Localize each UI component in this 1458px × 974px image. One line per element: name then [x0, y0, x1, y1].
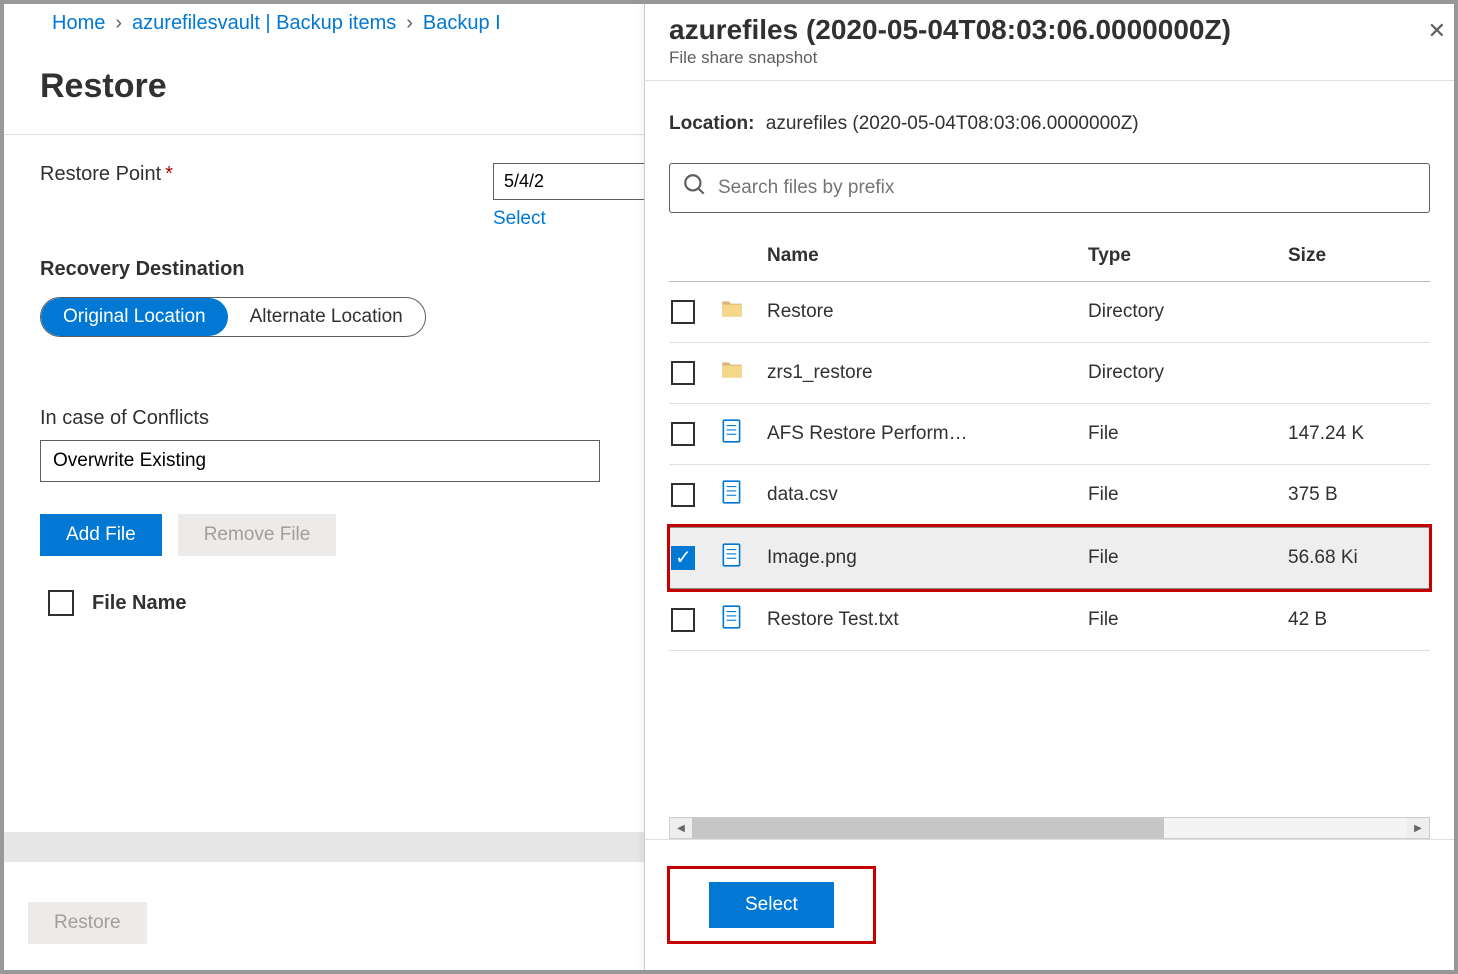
chevron-right-icon: ›	[406, 12, 413, 35]
file-icon	[719, 542, 767, 574]
table-row[interactable]: zrs1_restoreDirectory	[669, 343, 1430, 404]
location-row: Location: azurefiles (2020-05-04T08:03:0…	[669, 113, 1430, 135]
row-checkbox[interactable]	[671, 546, 695, 570]
conflicts-select[interactable]	[40, 440, 600, 482]
file-share-snapshot-panel: azurefiles (2020-05-04T08:03:06.0000000Z…	[644, 4, 1454, 970]
row-size: 375 B	[1288, 484, 1428, 506]
file-icon	[719, 418, 767, 450]
breadcrumb-home[interactable]: Home	[52, 12, 105, 35]
flyout-title: azurefiles (2020-05-04T08:03:06.0000000Z…	[669, 14, 1430, 46]
row-checkbox[interactable]	[671, 608, 695, 632]
row-name: Restore Test.txt	[767, 609, 1088, 631]
chevron-right-icon: ›	[115, 12, 122, 35]
folder-icon	[719, 296, 767, 328]
folder-icon	[719, 357, 767, 389]
grid-header: Name Type Size	[669, 231, 1430, 282]
row-size: 42 B	[1288, 609, 1428, 631]
row-checkbox[interactable]	[671, 300, 695, 324]
column-type: Type	[1088, 245, 1288, 267]
file-list-checkbox-all[interactable]	[48, 590, 74, 616]
row-type: File	[1088, 609, 1288, 631]
original-location-option[interactable]: Original Location	[41, 298, 228, 336]
remove-file-button[interactable]: Remove File	[178, 514, 337, 556]
flyout-subtitle: File share snapshot	[669, 48, 1430, 68]
row-checkbox[interactable]	[671, 483, 695, 507]
row-type: Directory	[1088, 301, 1288, 323]
alternate-location-option[interactable]: Alternate Location	[228, 298, 425, 336]
row-name: zrs1_restore	[767, 362, 1088, 384]
close-icon[interactable]: ✕	[1428, 18, 1446, 44]
row-name: data.csv	[767, 484, 1088, 506]
recovery-destination-toggle: Original Location Alternate Location	[40, 297, 426, 337]
file-icon	[719, 604, 767, 636]
row-size: 147.24 K	[1288, 423, 1428, 445]
horizontal-scrollbar[interactable]: ◀ ▶	[669, 817, 1430, 839]
row-name: Image.png	[767, 547, 1088, 569]
scroll-right-icon[interactable]: ▶	[1407, 818, 1429, 838]
row-type: File	[1088, 484, 1288, 506]
table-row[interactable]: Restore Test.txtFile42 B	[669, 590, 1430, 651]
row-checkbox[interactable]	[671, 422, 695, 446]
column-size: Size	[1288, 245, 1428, 267]
table-row[interactable]: AFS Restore Perform…File147.24 K	[669, 404, 1430, 465]
row-size: 56.68 Ki	[1288, 547, 1428, 569]
row-type: File	[1088, 423, 1288, 445]
table-row[interactable]: RestoreDirectory	[669, 282, 1430, 343]
search-icon	[682, 172, 708, 204]
row-name: AFS Restore Perform…	[767, 423, 1088, 445]
search-files-field[interactable]	[669, 163, 1430, 213]
select-button[interactable]: Select	[709, 882, 834, 928]
row-type: Directory	[1088, 362, 1288, 384]
add-file-button[interactable]: Add File	[40, 514, 162, 556]
row-checkbox[interactable]	[671, 361, 695, 385]
column-name: Name	[767, 245, 1088, 267]
scroll-left-icon[interactable]: ◀	[670, 818, 692, 838]
row-name: Restore	[767, 301, 1088, 323]
select-restore-point-link[interactable]: Select	[493, 208, 546, 230]
search-input[interactable]	[718, 177, 1417, 199]
restore-button[interactable]: Restore	[28, 902, 147, 944]
select-button-highlight: Select	[669, 868, 874, 942]
restore-point-label: Restore Point*	[40, 163, 173, 186]
row-type: File	[1088, 547, 1288, 569]
table-row[interactable]: Image.pngFile56.68 Ki	[669, 526, 1430, 590]
breadcrumb-vault[interactable]: azurefilesvault | Backup items	[132, 12, 396, 35]
file-name-column-header: File Name	[92, 592, 186, 615]
file-icon	[719, 479, 767, 511]
breadcrumb-backup-items[interactable]: Backup I	[423, 12, 501, 35]
table-row[interactable]: data.csvFile375 B	[669, 465, 1430, 526]
